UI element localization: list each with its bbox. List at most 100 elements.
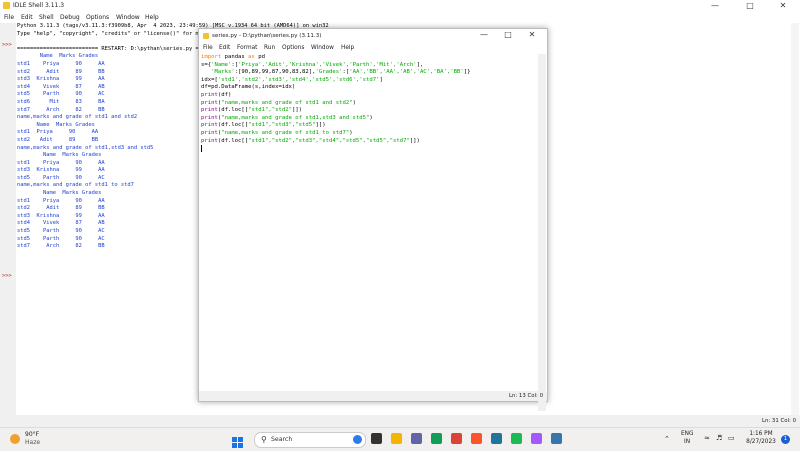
code-token: (df) — [217, 91, 232, 98]
chrome-icon[interactable] — [451, 433, 462, 444]
code-token: :[90,89,99,87,90,83,82], — [234, 69, 316, 76]
code-token: ) — [369, 114, 373, 121]
task-view-icon[interactable] — [371, 433, 382, 444]
menu-edit[interactable]: Edit — [21, 14, 33, 21]
maximize-icon[interactable]: □ — [735, 0, 765, 12]
code-token: (df.loc[[ — [217, 122, 249, 129]
minimize-icon[interactable]: — — [700, 0, 730, 12]
shell-titlebar[interactable]: IDLE Shell 3.11.3 — □ ✕ — [0, 0, 800, 12]
language-top[interactable]: ENG — [681, 431, 694, 437]
editor-menu-edit[interactable]: Edit — [219, 45, 230, 51]
code-token: ) — [349, 129, 353, 136]
menu-file[interactable]: File — [4, 14, 14, 21]
editor-maximize-icon[interactable]: □ — [497, 30, 519, 39]
tray-chevron-icon[interactable]: ⌃ — [664, 435, 670, 443]
code-token: ]} — [463, 69, 471, 76]
idle-icon[interactable] — [551, 433, 562, 444]
close-icon[interactable]: ✕ — [768, 0, 798, 12]
menu-window[interactable]: Window — [116, 14, 140, 21]
clock-date[interactable]: 8/27/2023 — [743, 439, 779, 445]
code-token: "name,marks and grade of std1 to std7" — [221, 129, 350, 136]
editor-statusbar: Ln: 13 Col: 0 — [199, 391, 547, 401]
code-token: print — [201, 114, 218, 121]
wifi-icon[interactable]: ≈ — [704, 434, 710, 442]
shell-menubar: File Edit Shell Debug Options Window Hel… — [0, 12, 800, 23]
code-token: 'Name' — [211, 61, 232, 68]
menu-debug[interactable]: Debug — [60, 14, 80, 21]
code-token: ] — [379, 76, 383, 83]
code-token: ]]) — [315, 122, 326, 129]
editor-menu-file[interactable]: File — [203, 45, 213, 51]
file-explorer-icon[interactable] — [391, 433, 402, 444]
code-token: print — [201, 129, 218, 136]
shell-cursor-position: Ln: 31 Col: 0 — [761, 418, 796, 424]
code-token: 'Priya','Adit','Krishna','Vivek','Parth'… — [238, 61, 417, 68]
notification-badge[interactable]: 1 — [781, 435, 790, 444]
editor-close-icon[interactable]: ✕ — [521, 30, 543, 39]
code-token: "std1","std2" — [248, 107, 292, 114]
code-token: idx=[ — [201, 76, 218, 83]
code-line: import pandas as pd — [201, 54, 537, 62]
editor-menu-format[interactable]: Format — [237, 45, 257, 51]
taskbar-search-box[interactable]: ⚲ Search — [254, 432, 366, 448]
code-line — [201, 145, 537, 153]
code-line: 'Marks':[90,89,99,87,90,83,82],'Grades':… — [201, 69, 537, 77]
code-token: "name,marks and grade of std1 and std2" — [221, 99, 353, 106]
code-line: s={'Name':['Priya','Adit','Krishna','Viv… — [201, 62, 537, 70]
wordpress-icon[interactable] — [491, 433, 502, 444]
code-token: (df.loc[[ — [217, 107, 249, 114]
code-editor[interactable]: import pandas as pd s={'Name':['Priya','A… — [201, 54, 537, 406]
code-token: "name,marks and grade of std1,std3 and s… — [221, 114, 370, 121]
taskbar: 90°F Haze ⚲ Search ⌃ ENG IN ≈ ♬ ▭ 1:16 P… — [0, 427, 800, 451]
code-token: "std1","std2","std3","std4","std5","std5… — [248, 137, 410, 144]
editor-title: series.py - D:\pythan\series.py (3.11.3) — [212, 33, 322, 39]
code-token: "std1","std3","std5" — [248, 122, 316, 129]
volume-icon[interactable]: ♬ — [716, 434, 722, 442]
code-token: print — [201, 107, 218, 114]
chat-icon[interactable] — [411, 433, 422, 444]
photos-icon[interactable] — [531, 433, 542, 444]
editor-menu-options[interactable]: Options — [282, 45, 304, 51]
editor-titlebar[interactable]: series.py - D:\pythan\series.py (3.11.3)… — [199, 29, 547, 43]
weather-icon[interactable] — [10, 434, 20, 444]
brave-icon[interactable] — [471, 433, 482, 444]
code-token: 'Marks' — [211, 69, 235, 76]
menu-options[interactable]: Options — [86, 14, 109, 21]
code-token: df=pd.DataFrame(s,index=idx) — [201, 84, 296, 91]
code-line: print("name,marks and grade of std1 and … — [201, 100, 537, 108]
code-token: 'std1','std2','std3','std4','std5','std6… — [217, 76, 380, 83]
code-token: ]]) — [409, 137, 420, 144]
shell-statusbar: Ln: 31 Col: 0 — [0, 415, 800, 427]
edge-icon[interactable] — [431, 433, 442, 444]
menu-help[interactable]: Help — [145, 14, 159, 21]
editor-menu-help[interactable]: Help — [341, 45, 354, 51]
editor-menu-run[interactable]: Run — [264, 45, 275, 51]
language-bottom[interactable]: IN — [684, 439, 690, 445]
bing-icon[interactable] — [353, 435, 362, 444]
menu-shell[interactable]: Shell — [39, 14, 54, 21]
search-label: Search — [271, 436, 293, 443]
code-token: print — [201, 137, 218, 144]
editor-scrollbar[interactable] — [538, 54, 546, 411]
code-line: print(df.loc[["std1","std2"]]) — [201, 107, 537, 115]
weather-temperature[interactable]: 90°F — [25, 431, 39, 438]
code-line: print("name,marks and grade of std1,std3… — [201, 115, 537, 123]
battery-icon[interactable]: ▭ — [728, 434, 735, 442]
editor-minimize-icon[interactable]: — — [473, 30, 495, 39]
shell-prompt: >>> — [2, 273, 12, 279]
code-line: df=pd.DataFrame(s,index=idx) — [201, 84, 537, 92]
spotify-icon[interactable] — [511, 433, 522, 444]
code-token: s={ — [201, 61, 212, 68]
editor-menubar: File Edit Format Run Options Window Help — [199, 43, 547, 53]
clock-time[interactable]: 1:16 PM — [745, 431, 777, 437]
start-icon[interactable] — [232, 433, 243, 448]
shell-scrollbar[interactable] — [791, 23, 799, 415]
weather-description[interactable]: Haze — [25, 439, 40, 446]
code-token: (df.loc[[ — [217, 137, 249, 144]
code-line: print(df.loc[["std1","std3","std5"]]) — [201, 122, 537, 130]
code-token: print — [201, 122, 218, 129]
code-token: pd — [254, 54, 266, 60]
code-token: import — [201, 54, 222, 60]
editor-menu-window[interactable]: Window — [311, 45, 334, 51]
